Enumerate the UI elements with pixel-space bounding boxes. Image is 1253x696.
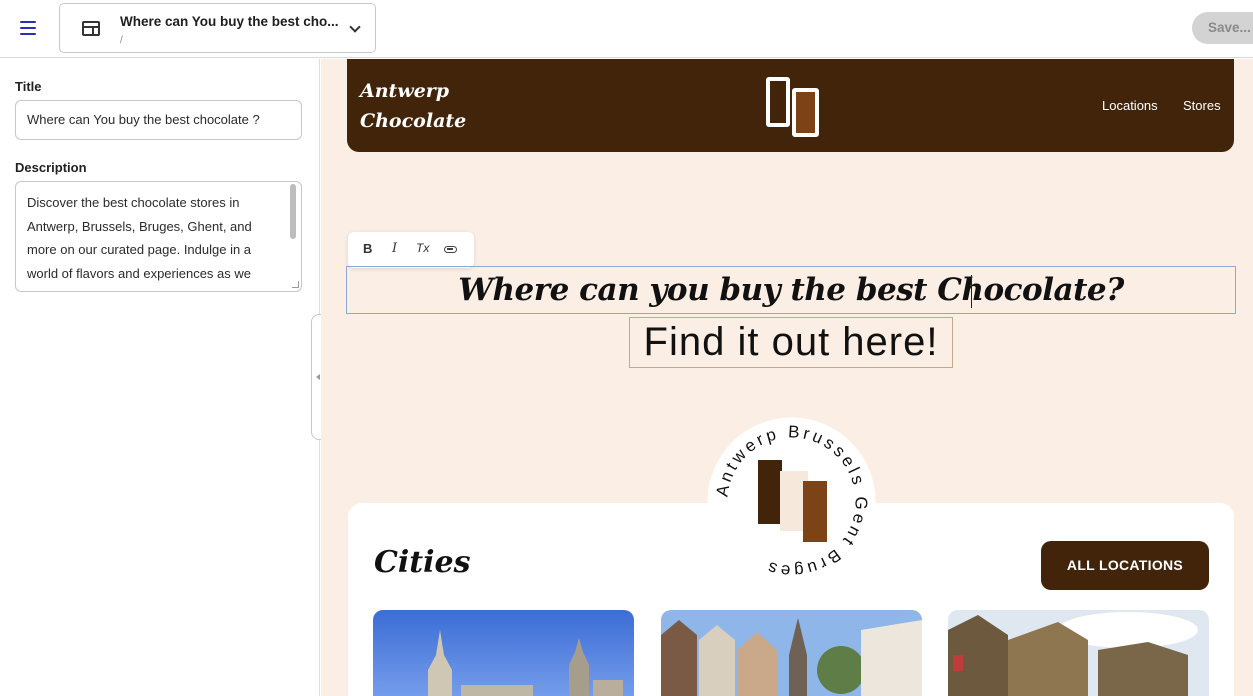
page-headline: Where can you buy the best Chocolate?: [458, 272, 1124, 308]
title-field[interactable]: Where can You buy the best chocolate ?: [15, 100, 302, 140]
brand-line-2: Chocolate: [360, 110, 467, 132]
headline-editor[interactable]: Where can you buy the best Chocolate?: [346, 266, 1236, 314]
description-line: world of flavors and experiences as we: [27, 265, 252, 281]
subheadline-block[interactable]: Find it out here!: [629, 317, 953, 368]
city-card-image[interactable]: [373, 610, 634, 696]
description-label: Description: [15, 160, 87, 175]
save-button[interactable]: Save...: [1192, 12, 1253, 44]
italic-button[interactable]: I: [392, 241, 397, 256]
page-preview-canvas: Antwerp Chocolate Locations Stores B I T…: [321, 59, 1253, 696]
text-caret: [971, 275, 972, 308]
description-scrollbar[interactable]: [290, 184, 296, 239]
brand-line-1: Antwerp: [360, 80, 450, 102]
brand-logo-text[interactable]: Antwerp Chocolate: [360, 76, 466, 136]
top-toolbar: Where can You buy the best cho... / Save…: [0, 0, 1253, 58]
city-card-image[interactable]: [948, 610, 1209, 696]
description-line: more on our curated page. Indulge in a: [27, 242, 252, 257]
description-line: Discover the best chocolate stores in: [27, 195, 240, 210]
chocolate-logo-icon: [766, 77, 790, 127]
description-field[interactable]: Discover the best chocolate stores in An…: [15, 181, 302, 292]
nav-locations-link[interactable]: Locations: [1102, 98, 1158, 113]
link-icon[interactable]: [444, 246, 457, 253]
page-subheadline: Find it out here!: [643, 320, 939, 364]
page-selector-dropdown[interactable]: Where can You buy the best cho... /: [59, 3, 376, 53]
title-label: Title: [15, 79, 42, 94]
site-header: Antwerp Chocolate Locations Stores: [347, 59, 1234, 152]
clear-format-button[interactable]: Tx: [416, 241, 429, 255]
current-page-path: /: [120, 35, 123, 46]
chocolate-logo-icon-front: [792, 88, 819, 137]
nav-stores-link[interactable]: Stores: [1183, 98, 1221, 113]
bold-button[interactable]: B: [363, 241, 372, 256]
hamburger-menu-icon[interactable]: [14, 16, 42, 40]
city-card-image[interactable]: [661, 610, 922, 696]
chevron-down-icon: [349, 21, 361, 33]
resize-grip-icon[interactable]: [292, 281, 299, 288]
cities-badge-logo: Antwerp Brussels Gent Bruges: [707, 417, 876, 586]
page-layout-icon: [82, 21, 100, 36]
rich-text-toolbar: B I Tx: [348, 232, 474, 268]
description-line: Antwerp, Brussels, Bruges, Ghent, and: [27, 218, 252, 234]
all-locations-button[interactable]: ALL LOCATIONS: [1041, 541, 1209, 590]
properties-sidebar: Title Where can You buy the best chocola…: [0, 59, 320, 696]
current-page-title: Where can You buy the best cho...: [120, 14, 339, 29]
cities-heading: Cities: [374, 545, 471, 580]
